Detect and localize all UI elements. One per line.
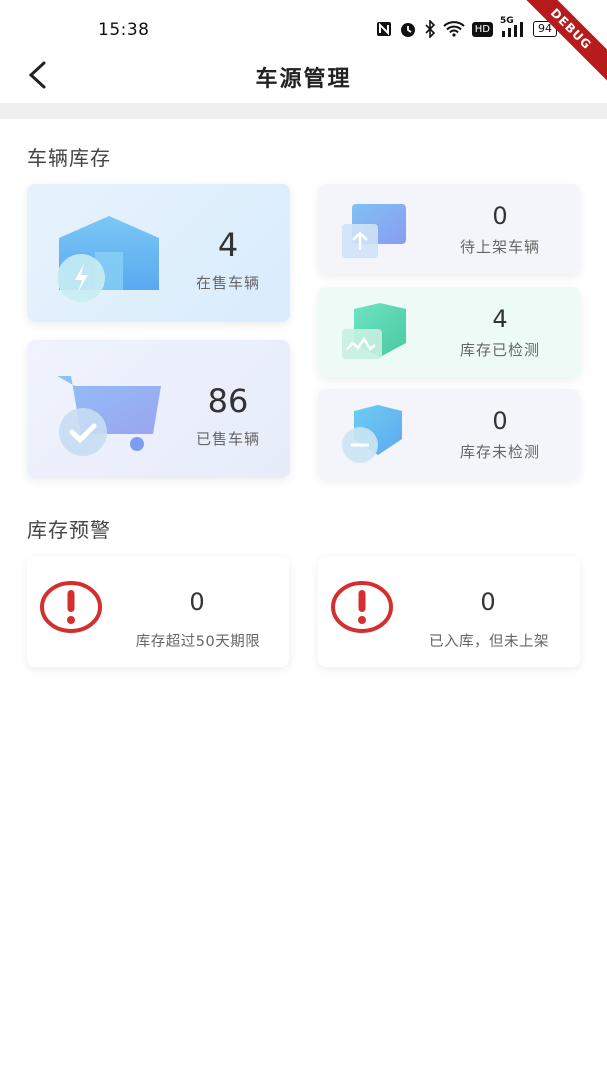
not-inspected-label: 库存未检测	[459, 443, 540, 461]
inspected-count: 4	[492, 305, 508, 333]
cart-icon	[45, 370, 165, 469]
wifi-icon	[443, 20, 465, 38]
not-listed-count: 0	[480, 588, 496, 616]
nav-bar: 车源管理	[0, 50, 607, 103]
not-inspected-card[interactable]: 0 库存未检测	[318, 389, 580, 479]
nfc-icon	[376, 20, 392, 38]
over-50-days-label: 库存超过50天期限	[135, 634, 261, 650]
bluetooth-icon	[424, 20, 436, 38]
inspected-label: 库存已检测	[459, 341, 540, 359]
sold-count: 86	[207, 382, 249, 420]
status-bar: 15:38 HD 5G 94 DEBUG	[0, 0, 607, 87]
on-sale-count: 4	[217, 226, 239, 264]
warning-circle-icon	[39, 580, 103, 638]
warehouse-icon	[49, 212, 169, 306]
pending-listing-label: 待上架车辆	[459, 238, 540, 256]
upload-icon	[340, 202, 410, 266]
status-time: 15:38	[98, 20, 150, 40]
alarm-icon	[399, 20, 417, 38]
over-50-days-card[interactable]: 0 库存超过50天期限	[27, 556, 289, 667]
not-inspected-count: 0	[492, 407, 508, 435]
pending-listing-count: 0	[492, 202, 508, 230]
inventory-section-title: 车辆库存	[27, 146, 111, 170]
on-sale-label: 在售车辆	[195, 274, 260, 292]
sold-label: 已售车辆	[195, 430, 260, 448]
sold-card[interactable]: 86 已售车辆	[27, 340, 290, 478]
inspection-chart-icon	[340, 303, 410, 369]
on-sale-card[interactable]: 4 在售车辆	[27, 184, 290, 322]
over-50-days-count: 0	[189, 588, 205, 616]
shield-minus-icon	[338, 403, 408, 469]
inspected-card[interactable]: 4 库存已检测	[318, 287, 580, 377]
page-title: 车源管理	[255, 67, 352, 92]
signal-5g-icon: 5G	[500, 16, 526, 38]
signal-5g-label: 5G	[500, 16, 514, 26]
not-listed-label: 已入库，但未上架	[429, 634, 549, 650]
not-listed-card[interactable]: 0 已入库，但未上架	[318, 556, 580, 667]
pending-listing-card[interactable]: 0 待上架车辆	[318, 184, 580, 274]
warnings-section-title: 库存预警	[27, 518, 111, 542]
header-divider	[0, 103, 607, 119]
hd-icon: HD	[471, 21, 493, 37]
warning-circle-icon	[330, 580, 394, 638]
status-icons: HD 5G 94	[376, 16, 557, 38]
